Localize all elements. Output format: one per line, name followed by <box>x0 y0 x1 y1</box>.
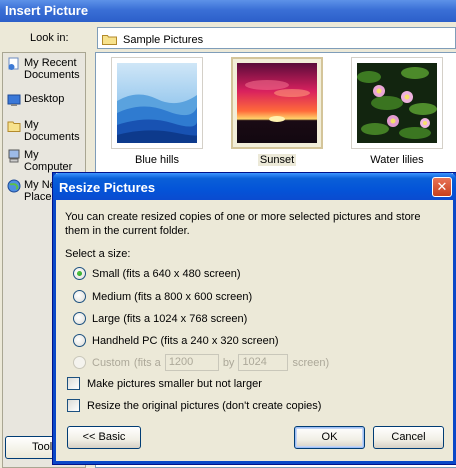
checkbox-box[interactable] <box>67 399 80 412</box>
place-my-documents[interactable]: My Documents <box>7 119 85 143</box>
smaller-not-larger-checkbox[interactable]: Make pictures smaller but not larger <box>67 377 262 390</box>
thumbnail-frame <box>231 57 323 149</box>
radio-button[interactable] <box>73 290 86 303</box>
look-in-dropdown[interactable]: Sample Pictures <box>97 27 456 49</box>
sunset-image <box>237 63 317 143</box>
thumbnail-frame <box>351 57 443 149</box>
custom-label: Custom <box>92 356 130 369</box>
place-label: My Recent Documents <box>24 57 80 81</box>
place-my-recent-documents[interactable]: My Recent Documents <box>7 57 85 81</box>
radio-button[interactable] <box>73 312 86 325</box>
my-documents-icon <box>7 121 21 132</box>
basic-button[interactable]: << Basic <box>67 426 141 449</box>
radio-button[interactable] <box>73 267 86 280</box>
place-my-computer[interactable]: My Computer <box>7 149 85 173</box>
radio-button[interactable] <box>73 356 86 369</box>
resize-originals-checkbox[interactable]: Resize the original pictures (don't crea… <box>67 399 321 412</box>
dialog-title: Resize Pictures <box>53 173 456 200</box>
folder-icon <box>102 35 117 45</box>
option-label: Large (fits a 1024 x 768 screen) <box>92 312 248 325</box>
checkbox-box[interactable] <box>67 377 80 390</box>
size-option-handheld[interactable]: Handheld PC (fits a 240 x 320 screen) <box>73 334 279 347</box>
custom-fits-a: (fits a <box>133 356 161 369</box>
thumbnail-water-lilies[interactable]: Water lilies <box>349 57 445 173</box>
water-lilies-image <box>357 63 437 143</box>
place-desktop[interactable]: Desktop <box>7 93 64 107</box>
thumbnail-sunset[interactable]: Sunset <box>229 57 325 173</box>
thumbnail-frame <box>111 57 203 149</box>
desktop-icon <box>7 94 21 106</box>
custom-screen-label: screen) <box>292 356 330 369</box>
thumbnail-caption: Sunset <box>257 154 297 166</box>
checkbox-label: Resize the original pictures (don't crea… <box>87 399 322 412</box>
radio-button[interactable] <box>73 334 86 347</box>
custom-width-input[interactable]: 1200 <box>164 354 219 371</box>
thumbnail-caption: Blue hills <box>134 154 180 166</box>
recent-documents-icon <box>8 57 19 70</box>
place-label: My Documents <box>24 119 80 143</box>
look-in-label: Look in: <box>30 32 69 44</box>
place-label: Desktop <box>24 93 65 105</box>
ok-button[interactable]: OK <box>294 426 365 449</box>
size-option-custom[interactable]: Custom (fits a 1200 by 1024 screen) <box>73 354 329 371</box>
resize-pictures-dialog: Resize Pictures ✕ You can create resized… <box>53 173 456 464</box>
select-size-label: Select a size: <box>65 248 131 260</box>
size-option-medium[interactable]: Medium (fits a 800 x 600 screen) <box>73 290 252 303</box>
checkbox-label: Make pictures smaller but not larger <box>87 377 262 390</box>
custom-height-input[interactable]: 1024 <box>238 354 289 371</box>
dialog-intro: You can create resized copies of one or … <box>65 211 421 237</box>
network-places-icon <box>7 179 21 193</box>
cancel-button[interactable]: Cancel <box>373 426 444 449</box>
custom-by-label: by <box>222 356 235 369</box>
my-computer-icon <box>8 149 20 163</box>
close-icon[interactable]: ✕ <box>432 177 452 197</box>
thumbnail-blue-hills[interactable]: Blue hills <box>109 57 205 173</box>
thumbnail-caption: Water lilies <box>370 154 424 166</box>
size-option-small[interactable]: Small (fits a 640 x 480 screen) <box>73 267 241 280</box>
blue-hills-image <box>117 63 197 143</box>
place-label: My Computer <box>24 149 73 173</box>
option-label: Small (fits a 640 x 480 screen) <box>92 267 241 280</box>
option-label: Handheld PC (fits a 240 x 320 screen) <box>92 334 279 347</box>
look-in-value: Sample Pictures <box>123 33 204 46</box>
option-label: Medium (fits a 800 x 600 screen) <box>92 290 253 303</box>
insert-picture-title: Insert Picture <box>0 0 456 22</box>
dialog-body: You can create resized copies of one or … <box>56 200 453 461</box>
size-option-large[interactable]: Large (fits a 1024 x 768 screen) <box>73 312 247 325</box>
